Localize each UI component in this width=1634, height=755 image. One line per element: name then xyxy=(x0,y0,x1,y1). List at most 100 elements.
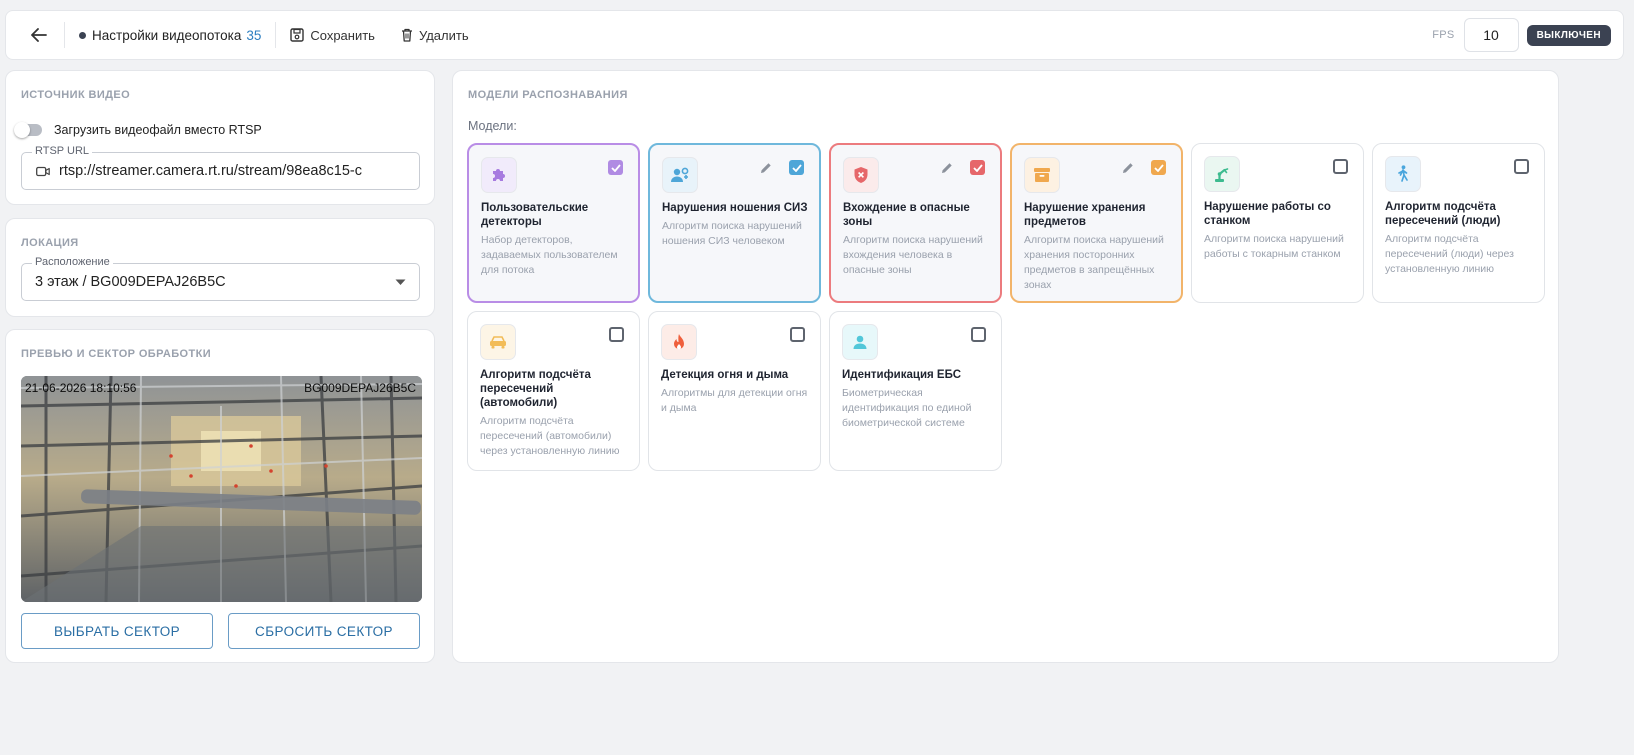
rtsp-url-label: RTSP URL xyxy=(32,145,93,157)
model-description: Биометрическая идентификация по единой б… xyxy=(842,387,972,429)
model-title: Идентификация ЕБС xyxy=(842,369,962,381)
model-checkbox[interactable] xyxy=(790,327,805,342)
model-card-item-storage[interactable]: Нарушение хранения предметов Алгоритм по… xyxy=(1010,143,1183,303)
location-label: Расположение xyxy=(32,256,113,268)
person-icon xyxy=(853,335,867,349)
section-title: ИСТОЧНИК ВИДЕО xyxy=(21,89,131,101)
page-title: Настройки видеопотока 35 xyxy=(79,28,261,43)
edit-button[interactable] xyxy=(759,161,773,175)
model-title: Нарушение хранения предметов xyxy=(1024,202,1146,228)
back-button[interactable] xyxy=(28,24,50,46)
edit-button[interactable] xyxy=(1121,161,1135,175)
model-description: Алгоритм подсчёта пересечений (автомобил… xyxy=(480,415,620,457)
model-card-custom-detectors[interactable]: Пользовательские детекторы Набор детекто… xyxy=(467,143,640,303)
arrow-left-icon xyxy=(31,28,47,42)
card-icon xyxy=(1204,156,1240,192)
card-icon xyxy=(481,157,517,193)
model-description: Набор детекторов, задаваемых пользовател… xyxy=(481,234,618,276)
caret-down-icon xyxy=(395,279,406,285)
model-checkbox[interactable] xyxy=(608,160,623,175)
pencil-icon xyxy=(942,163,952,173)
delete-label: Удалить xyxy=(418,27,469,43)
pencil-icon xyxy=(761,163,771,173)
model-title: Вхождение в опасные зоны xyxy=(843,202,970,228)
stream-status-toggle[interactable]: ВЫКЛЮЧЕН xyxy=(1526,24,1611,46)
shield-alert-icon xyxy=(854,167,868,183)
model-description: Алгоритм поиска нарушений вхождения чело… xyxy=(843,234,983,276)
location-select[interactable]: Расположение 3 этаж / BG009DEPAJ26B5C xyxy=(21,256,420,301)
save-button[interactable]: Сохранить xyxy=(290,28,375,43)
model-checkbox[interactable] xyxy=(1333,159,1348,174)
check-icon xyxy=(791,163,802,172)
check-icon xyxy=(1153,163,1164,172)
card-icon xyxy=(661,324,697,360)
walking-person-icon xyxy=(1398,165,1408,182)
floppy-disk-icon xyxy=(290,28,305,42)
card-icon xyxy=(843,157,879,193)
model-card-lathe-work[interactable]: Нарушение работы со станком Алгоритм пои… xyxy=(1191,143,1364,303)
preview-panel: ПРЕВЬЮ И СЕКТОР ОБРАБОТКИ 21-06-2026 18:… xyxy=(5,329,435,663)
reset-sector-button[interactable]: СБРОСИТЬ СЕКТОР xyxy=(228,613,420,649)
section-title: МОДЕЛИ РАСПОЗНАВАНИЯ xyxy=(468,89,628,101)
model-description: Алгоритм поиска нарушений ношения СИЗ че… xyxy=(662,220,802,247)
model-checkbox[interactable] xyxy=(971,327,986,342)
models-panel: МОДЕЛИ РАСПОЗНАВАНИЯ Модели: Пользовател… xyxy=(452,70,1559,663)
status-dot xyxy=(79,31,86,39)
model-title: Алгоритм подсчёта пересечений (люди) xyxy=(1385,201,1501,227)
rtsp-url-field[interactable]: RTSP URL rtsp://streamer.camera.rt.ru/st… xyxy=(21,145,420,190)
upload-toggle-row: Загрузить видеофайл вместо RTSP xyxy=(14,122,262,138)
fire-icon xyxy=(674,334,684,350)
card-icon xyxy=(662,157,698,193)
archive-box-icon xyxy=(1034,168,1050,182)
fps-input[interactable] xyxy=(1463,18,1519,52)
model-checkbox[interactable] xyxy=(970,160,985,175)
divider xyxy=(64,22,65,48)
fps-control: FPS ВЫКЛЮЧЕН xyxy=(1432,18,1623,52)
top-bar: Настройки видеопотока 35 Сохранить Удали… xyxy=(5,10,1624,60)
car-icon xyxy=(490,336,506,349)
model-checkbox[interactable] xyxy=(609,327,624,342)
rtsp-url-value: rtsp://streamer.camera.rt.ru/stream/98ea… xyxy=(59,163,362,179)
model-card-fire-smoke[interactable]: Детекция огня и дыма Алгоритмы для детек… xyxy=(648,311,821,471)
model-card-people-counter[interactable]: Алгоритм подсчёта пересечений (люди) Алг… xyxy=(1372,143,1545,303)
model-title: Нарушения ношения СИЗ xyxy=(662,202,808,214)
card-icon xyxy=(1385,156,1421,192)
pencil-icon xyxy=(1123,163,1133,173)
puzzle-icon xyxy=(493,169,505,181)
fps-label: FPS xyxy=(1432,29,1455,41)
model-title: Детекция огня и дыма xyxy=(661,369,789,381)
location-value: 3 этаж / BG009DEPAJ26B5C xyxy=(35,274,226,290)
models-subtitle: Модели: xyxy=(468,119,517,133)
model-checkbox[interactable] xyxy=(789,160,804,175)
model-title: Пользовательские детекторы xyxy=(481,202,589,228)
delete-button[interactable]: Удалить xyxy=(401,28,469,43)
model-card-danger-zones[interactable]: Вхождение в опасные зоны Алгоритм поиска… xyxy=(829,143,1002,303)
model-description: Алгоритмы для детекции огня и дыма xyxy=(661,387,808,414)
model-title: Нарушение работы со станком xyxy=(1204,201,1331,227)
model-checkbox[interactable] xyxy=(1151,160,1166,175)
model-title: Алгоритм подсчёта пересечений (автомобил… xyxy=(480,369,591,409)
upload-video-toggle[interactable] xyxy=(14,122,42,138)
model-card-car-counter[interactable]: Алгоритм подсчёта пересечений (автомобил… xyxy=(467,311,640,471)
model-card-ebs-identification[interactable]: Идентификация ЕБС Биометрическая идентиф… xyxy=(829,311,1002,471)
section-title: ЛОКАЦИЯ xyxy=(21,237,79,249)
page-title-text: Настройки видеопотока xyxy=(92,27,242,43)
robot-arm-icon xyxy=(1215,168,1229,182)
camera-preview-image xyxy=(21,376,422,602)
preview-timestamp: 21-06-2026 18:10:56 xyxy=(25,381,137,395)
stream-id: 35 xyxy=(246,27,262,43)
location-panel: ЛОКАЦИЯ Расположение 3 этаж / BG009DEPAJ… xyxy=(5,218,435,317)
card-icon xyxy=(480,324,516,360)
model-checkbox[interactable] xyxy=(1514,159,1529,174)
video-camera-icon xyxy=(36,166,50,177)
divider xyxy=(275,22,277,48)
card-icon xyxy=(1024,157,1060,193)
model-card-ppe-violations[interactable]: Нарушения ношения СИЗ Алгоритм поиска на… xyxy=(648,143,821,303)
select-sector-button[interactable]: ВЫБРАТЬ СЕКТОР xyxy=(21,613,213,649)
video-source-panel: ИСТОЧНИК ВИДЕО Загрузить видеофайл вмест… xyxy=(5,70,435,205)
check-icon xyxy=(972,163,983,172)
section-title: ПРЕВЬЮ И СЕКТОР ОБРАБОТКИ xyxy=(21,348,212,360)
camera-preview[interactable]: 21-06-2026 18:10:56 BG009DEPAJ26B5C xyxy=(21,376,422,602)
worker-gear-icon xyxy=(671,167,689,182)
edit-button[interactable] xyxy=(940,161,954,175)
